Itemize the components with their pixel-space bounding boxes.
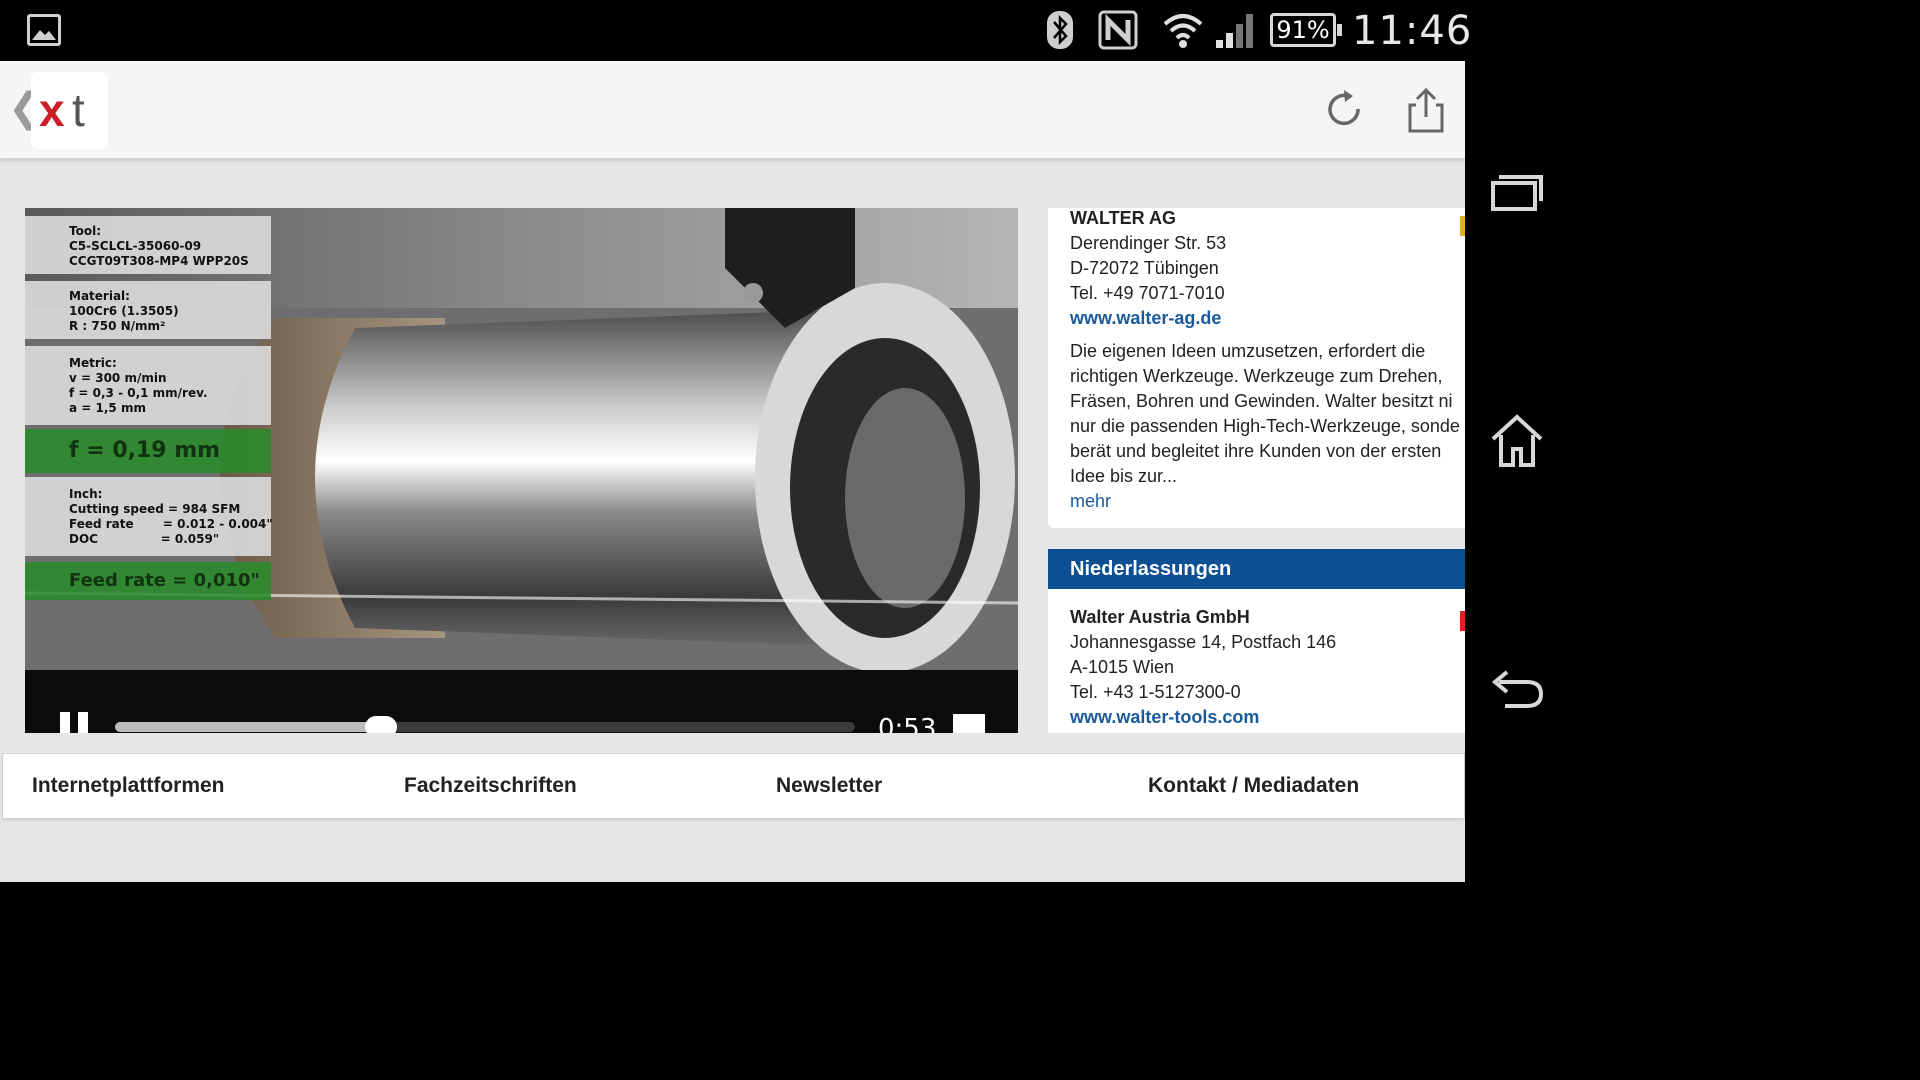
logo-t-text: t [72,84,85,136]
refresh-icon[interactable] [1322,87,1368,133]
pause-button[interactable] [60,712,90,733]
branch-website-link[interactable]: www.walter-tools.com [1070,705,1465,730]
company-phone[interactable]: Tel. +49 7071-7010 [1070,281,1465,306]
xt-logo[interactable]: x t [31,72,108,149]
recent-apps-icon[interactable] [1485,161,1549,221]
bottom-menu: Internetplattformen Fachzeitschriften Ne… [2,753,1465,819]
branch-card: Walter Austria GmbH Johannesgasse 14, Po… [1048,589,1465,733]
branch-city: A-1015 Wien [1070,657,1175,677]
video-time: 0:53 [878,714,937,733]
material-info-overlay: Material: 100Cr6 (1.3505) R : 750 N/mm² [25,281,271,339]
app-window: ❮ x t Tool: C5-SCLCL-35060-09 CCGT09T308… [0,61,1465,882]
description-line: Die eigenen Ideen umzusetzen, erfordert … [1070,341,1426,361]
bluetooth-icon [1047,11,1073,49]
description-line: Fräsen, Bohren und Gewinden. Walter besi… [1070,391,1453,411]
inch-line-3: DOC = 0.059" [69,532,220,546]
fullscreen-button[interactable] [953,714,985,733]
app-header: ❮ x t [0,61,1465,159]
menu-item-newsletter[interactable]: Newsletter [776,754,882,818]
home-icon[interactable] [1485,411,1549,471]
tool-line-1: C5-SCLCL-35060-09 [69,239,202,253]
nfc-icon [1098,10,1138,50]
seek-progress [115,722,382,732]
description-line: berät und begleitet ihre Kunden von der … [1070,441,1442,461]
company-street: Derendinger Str. 53 [1070,233,1227,253]
branch-phone[interactable]: Tel. +43 1-5127300-0 [1070,680,1465,705]
metric-info-overlay: Metric: v = 300 m/min f = 0,3 - 0,1 mm/r… [25,346,271,425]
logo-x-text: x [39,84,65,136]
company-city: D-72072 Tübingen [1070,258,1219,278]
branch-name: Walter Austria GmbH [1070,607,1250,627]
clock: 11:46 [1352,8,1473,54]
status-bar: 91% 11:46 [0,0,1568,61]
video-player[interactable]: Tool: C5-SCLCL-35060-09 CCGT09T308-MP4 W… [25,208,1018,733]
company-website-link[interactable]: www.walter-ag.de [1070,306,1465,331]
description-line: nur die passenden High-Tech-Werkzeuge, s… [1070,416,1460,436]
menu-item-internetplattformen[interactable]: Internetplattformen [32,754,225,818]
back-icon[interactable] [1485,658,1549,718]
video-controls: 0:53 [25,670,1018,733]
company-name: WALTER AG [1070,208,1176,228]
screen: 91% 11:46 ❮ x t Tool: C5-SCLCL-35060-09 … [0,0,1568,882]
gallery-notification-icon [27,14,61,46]
metric-line-1: v = 300 m/min [69,371,167,385]
company-card: WALTER AG Derendinger Str. 53 D-72072 Tü… [1048,208,1465,528]
inch-label: Inch: [69,487,103,501]
feed-mm-overlay: f = 0,19 mm [25,429,271,473]
metric-line-2: f = 0,3 - 0,1 mm/rev. [69,386,208,400]
description-line: richtigen Werkzeuge. Werkzeuge zum Drehe… [1070,366,1443,386]
branch-street: Johannesgasse 14, Postfach 146 [1070,632,1337,652]
signal-icon [1216,14,1253,48]
share-icon[interactable] [1404,87,1448,135]
material-line-2: R : 750 N/mm² [69,319,166,333]
seek-handle[interactable] [365,716,398,733]
battery-indicator: 91% [1270,13,1342,47]
seek-bar[interactable] [115,716,855,733]
metric-line-3: a = 1,5 mm [69,401,146,415]
feed-inch-overlay: Feed rate = 0,010" [25,562,271,600]
company-description: Die eigenen Ideen umzusetzen, erfordert … [1070,339,1465,489]
tool-label: Tool: [69,224,101,238]
wifi-icon [1163,14,1203,48]
inch-line-2: Feed rate = 0.012 - 0.004" [69,517,273,531]
branches-heading: Niederlassungen [1048,549,1465,589]
system-navigation-bar [1465,61,1568,882]
description-line: Idee bis zur... [1070,466,1178,486]
inch-info-overlay: Inch: Cutting speed = 984 SFM Feed rate … [25,477,273,556]
inch-line-1: Cutting speed = 984 SFM [69,502,241,516]
menu-item-fachzeitschriften[interactable]: Fachzeitschriften [404,754,577,818]
more-link[interactable]: mehr [1070,489,1465,514]
tool-line-2: CCGT09T308-MP4 WPP20S [69,254,249,268]
company-info-panel: WALTER AG Derendinger Str. 53 D-72072 Tü… [1048,208,1465,733]
material-label: Material: [69,289,130,303]
menu-item-kontakt-mediadaten[interactable]: Kontakt / Mediadaten [1148,754,1359,818]
metric-label: Metric: [69,356,117,370]
content-area: Tool: C5-SCLCL-35060-09 CCGT09T308-MP4 W… [0,208,1465,733]
material-line-1: 100Cr6 (1.3505) [69,304,179,318]
tool-info-overlay: Tool: C5-SCLCL-35060-09 CCGT09T308-MP4 W… [25,216,271,274]
